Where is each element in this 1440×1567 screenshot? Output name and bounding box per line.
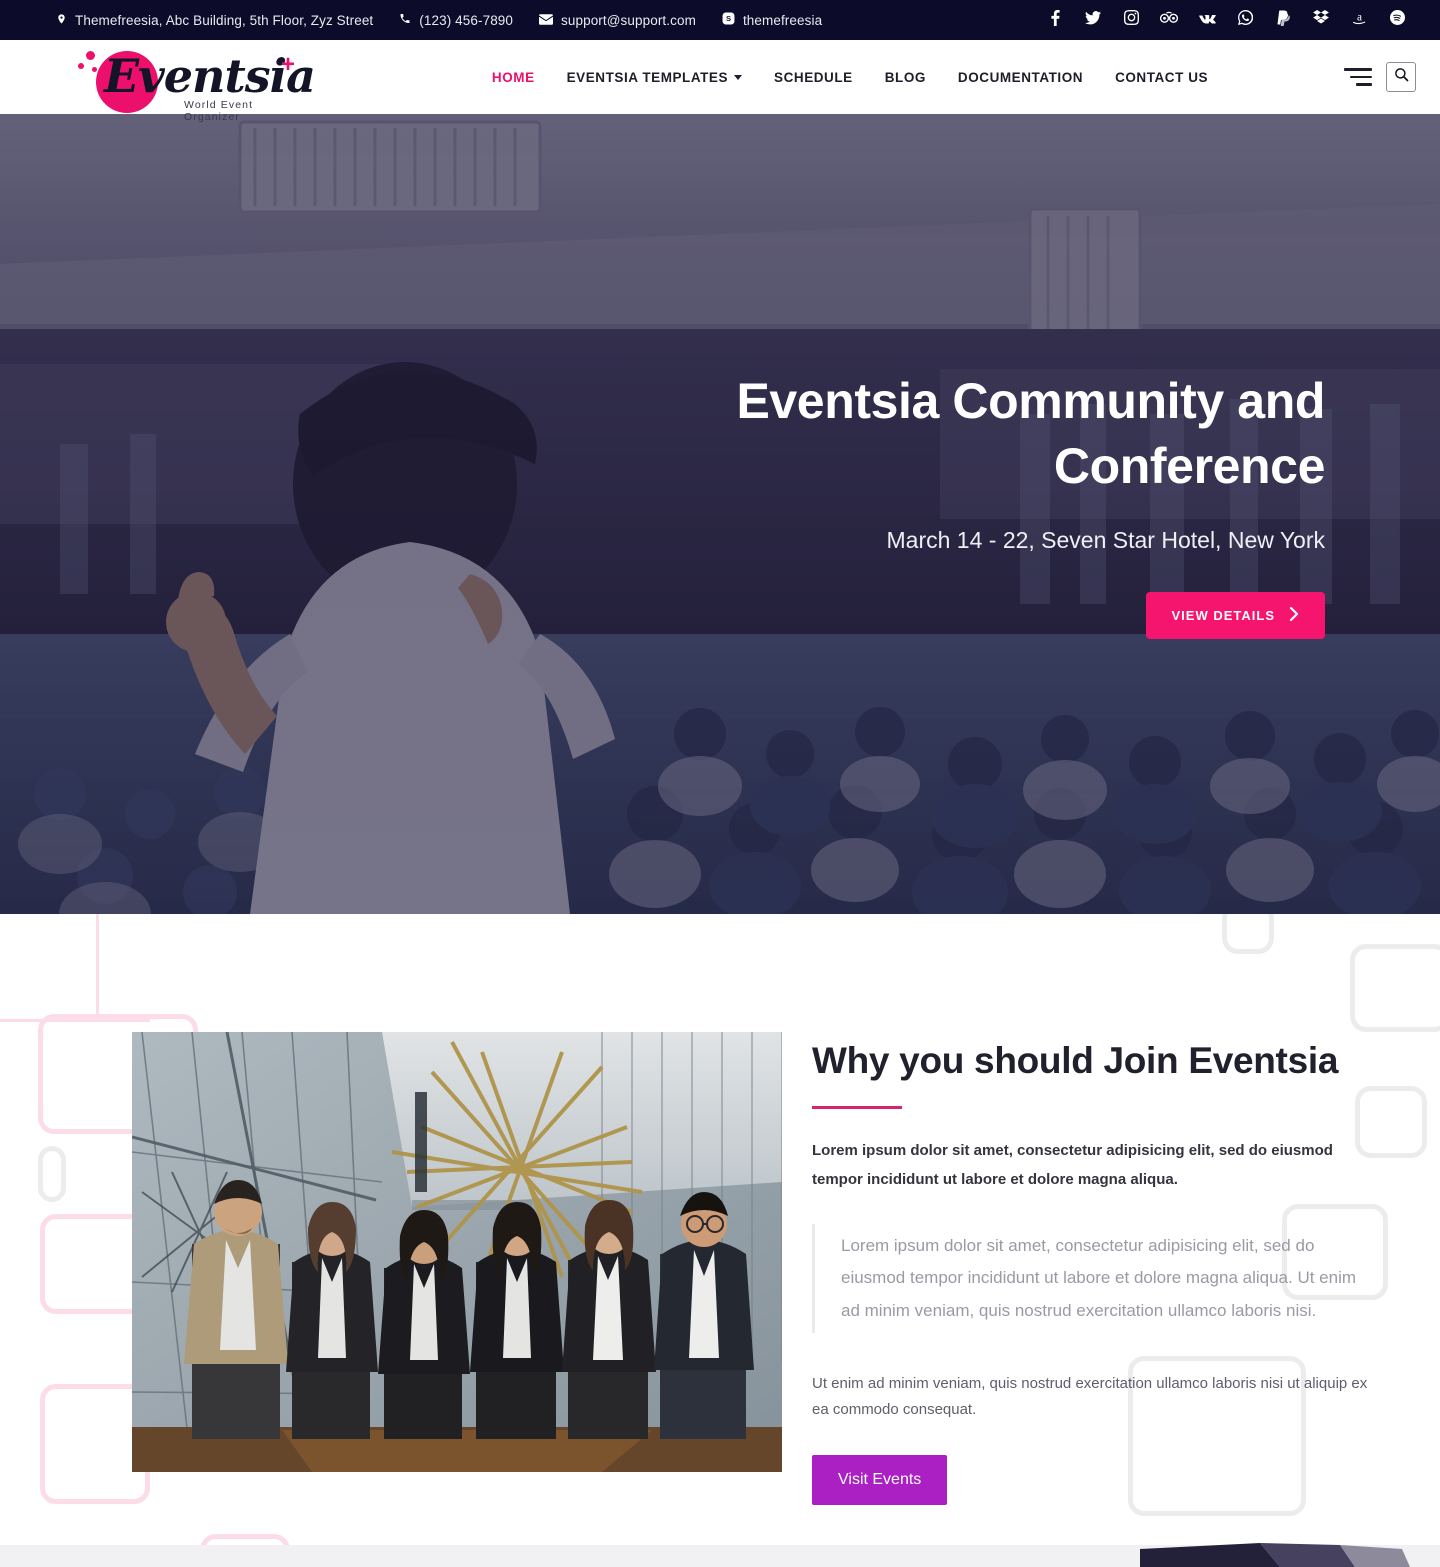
hero-content: Eventsia Community and Conference March …: [115, 114, 1325, 914]
instagram-icon: [1123, 10, 1139, 30]
title-underline-rule: [812, 1106, 902, 1109]
svg-text:a: a: [1357, 12, 1362, 24]
chevron-right-icon: [1289, 606, 1299, 624]
skype-icon: S: [722, 12, 735, 28]
why-join-blockquote: Lorem ipsum dolor sit amet, consectetur …: [812, 1224, 1370, 1333]
social-link-whatsapp[interactable]: [1226, 0, 1264, 40]
chevron-down-icon: [734, 74, 743, 80]
contact-skype-text: themefreesia: [742, 12, 823, 28]
nav-item-contact-us-label: CONTACT US: [1115, 69, 1209, 85]
hamburger-menu-icon[interactable]: [1344, 68, 1372, 86]
nav-item-schedule[interactable]: SCHEDULE: [758, 70, 869, 85]
social-link-facebook[interactable]: [1036, 0, 1074, 40]
logo-dot-large: [86, 51, 95, 60]
location-pin-icon: [56, 12, 67, 29]
social-link-spotify[interactable]: [1378, 0, 1416, 40]
nav-item-blog[interactable]: BLOG: [869, 70, 942, 85]
facebook-icon: [1050, 9, 1060, 31]
contact-phone[interactable]: (123) 456-7890: [399, 12, 513, 28]
contact-address: Themefreesia, Abc Building, 5th Floor, Z…: [56, 12, 373, 29]
logo-tagline: World Event Organizer: [184, 99, 254, 123]
why-join-text-column: Why you should Join Eventsia Lorem ipsum…: [812, 1032, 1370, 1506]
nav-item-schedule-label: SCHEDULE: [774, 69, 853, 85]
social-link-dropbox[interactable]: [1302, 0, 1340, 40]
logo-dot-medium: [78, 63, 84, 69]
visit-events-button[interactable]: Visit Events: [812, 1455, 948, 1506]
team-photo-image: [132, 1032, 782, 1472]
view-details-button[interactable]: VIEW DETAILS: [1145, 592, 1325, 639]
contact-email-text: support@support.com: [561, 12, 696, 28]
top-contact-bar: Themefreesia, Abc Building, 5th Floor, Z…: [0, 0, 1440, 40]
whatsapp-icon: [1237, 9, 1253, 30]
social-link-tripadvisor[interactable]: [1150, 0, 1188, 40]
paypal-icon: [1277, 10, 1290, 31]
phone-icon: [399, 12, 411, 28]
search-icon: [1394, 67, 1409, 87]
site-header: Eventsia + World Event Organizer HOME EV…: [0, 40, 1440, 123]
social-link-paypal[interactable]: [1264, 0, 1302, 40]
envelope-icon: [539, 13, 554, 28]
contact-email[interactable]: support@support.com: [539, 13, 696, 28]
vk-icon: [1198, 11, 1216, 29]
hero-subtitle: March 14 - 22, Seven Star Hotel, New Yor…: [886, 527, 1326, 553]
nav-item-blog-label: BLOG: [884, 69, 926, 85]
why-join-section: Why you should Join Eventsia Lorem ipsum…: [0, 914, 1440, 1567]
nav-item-documentation[interactable]: DOCUMENTATION: [942, 70, 1099, 85]
amazon-icon: a: [1352, 10, 1367, 30]
contact-address-text: Themefreesia, Abc Building, 5th Floor, Z…: [75, 12, 374, 28]
header-actions: [1344, 62, 1416, 92]
site-logo[interactable]: Eventsia + World Event Organizer: [56, 47, 356, 123]
hero-banner: Eventsia Community and Conference March …: [0, 114, 1440, 914]
deco-gray-square-2: [1350, 944, 1440, 1032]
nav-item-home-label: HOME: [491, 69, 535, 85]
logo-dot-small: [92, 67, 97, 72]
footer-corner-decoration: [1140, 1543, 1410, 1567]
nav-item-eventsia-templates[interactable]: EVENTSIA TEMPLATES: [551, 70, 758, 85]
deco-gray-square-1: [1222, 914, 1274, 954]
contact-skype[interactable]: S themefreesia: [722, 12, 822, 28]
nav-item-documentation-label: DOCUMENTATION: [957, 69, 1084, 85]
spotify-icon: [1389, 10, 1405, 30]
social-link-vk[interactable]: [1188, 0, 1226, 40]
contact-phone-text: (123) 456-7890: [419, 12, 514, 28]
logo-plus-icon: +: [281, 51, 296, 78]
search-toggle-button[interactable]: [1386, 62, 1416, 92]
dropbox-icon: [1313, 10, 1329, 30]
view-details-label: VIEW DETAILS: [1171, 608, 1275, 623]
social-link-instagram[interactable]: [1112, 0, 1150, 40]
deco-pink-line-vertical: [96, 914, 99, 1022]
tripadvisor-icon: [1159, 11, 1179, 29]
hero-title: Eventsia Community and Conference: [736, 373, 1325, 494]
svg-text:S: S: [726, 14, 731, 23]
social-link-twitter[interactable]: [1074, 0, 1112, 40]
top-contact-list: Themefreesia, Abc Building, 5th Floor, Z…: [56, 12, 1036, 29]
why-join-content: Why you should Join Eventsia Lorem ipsum…: [70, 1032, 1370, 1506]
deco-gray-square-6: [38, 1146, 66, 1202]
team-photo: [132, 1032, 782, 1472]
social-link-amazon[interactable]: a: [1340, 0, 1378, 40]
main-navigation: HOME EVENTSIA TEMPLATES SCHEDULE BLOG DO…: [356, 70, 1344, 85]
social-links: a: [1036, 0, 1416, 40]
why-join-title: Why you should Join Eventsia: [812, 1040, 1339, 1081]
nav-item-eventsia-templates-label: EVENTSIA TEMPLATES: [566, 69, 729, 85]
why-join-paragraph: Ut enim ad minim veniam, quis nostrud ex…: [812, 1374, 1368, 1419]
logo-mark: Eventsia + World Event Organizer: [56, 47, 316, 123]
twitter-icon: [1085, 10, 1101, 30]
why-join-lead-paragraph: Lorem ipsum dolor sit amet, consectetur …: [812, 1142, 1333, 1188]
nav-item-contact-us[interactable]: CONTACT US: [1099, 70, 1224, 85]
nav-item-home[interactable]: HOME: [476, 70, 551, 85]
